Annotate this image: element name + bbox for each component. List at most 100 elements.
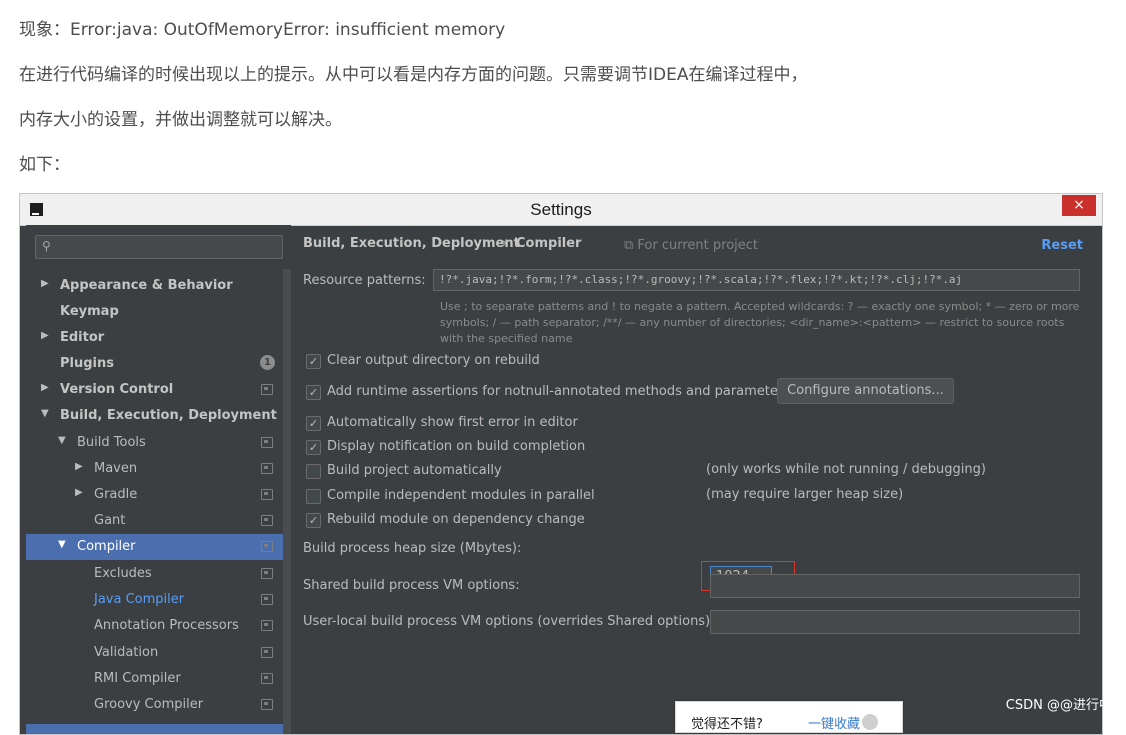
project-scope-icon — [261, 541, 273, 552]
sidebar-item-editor[interactable]: ▶ Editor — [26, 325, 283, 351]
breadcrumb-current: Compiler — [516, 236, 582, 251]
checkbox-checked[interactable]: ✓ — [306, 354, 321, 369]
sidebar-item-java-compiler[interactable]: Java Compiler — [26, 587, 283, 613]
sidebar-item-build-execution[interactable]: ▼ Build, Execution, Deployment — [26, 403, 283, 429]
sidebar-item-maven[interactable]: ▶ Maven — [26, 456, 283, 482]
settings-dialog: Settings × ⚲ ▶ Appearance & Behavior Key… — [19, 193, 1103, 735]
expand-arrow-icon: ▶ — [75, 487, 83, 498]
expand-arrow-icon: ▶ — [41, 382, 49, 393]
article-line-3: 内存大小的设置，并做出调整就可以解决。 — [19, 110, 342, 130]
user-vm-options-label: User-local build process VM options (ove… — [303, 614, 715, 629]
close-button[interactable]: × — [1062, 195, 1096, 216]
breadcrumb-parent: Build, Execution, Deployment — [303, 236, 520, 251]
update-badge: 1 — [260, 355, 275, 370]
sidebar-item-build-tools[interactable]: ▼ Build Tools — [26, 430, 283, 456]
heap-size-label: Build process heap size (Mbytes): — [303, 541, 522, 556]
sidebar-item-label: Version Control — [60, 382, 174, 397]
parallel-compile-note: (may require larger heap size) — [706, 487, 904, 502]
sidebar-item-label: Editor — [60, 330, 105, 345]
checkbox-unchecked[interactable] — [306, 489, 321, 504]
user-vm-options-input[interactable] — [710, 610, 1080, 634]
project-scope-icon — [261, 515, 273, 526]
expand-arrow-icon: ▶ — [41, 278, 49, 289]
project-scope-icon — [261, 489, 273, 500]
resource-patterns-label: Resource patterns: — [303, 273, 426, 288]
resource-patterns-hint: Use ; to separate patterns and ! to nega… — [440, 300, 1080, 345]
favorite-popup: 觉得还不错? 一键收藏 — [675, 701, 903, 733]
sidebar-item-groovy-compiler[interactable]: Groovy Compiler — [26, 692, 283, 718]
sidebar-item-label: Appearance & Behavior — [60, 278, 233, 293]
sidebar-item-label: Plugins — [60, 356, 114, 371]
checkbox-label: Clear output directory on rebuild — [327, 353, 540, 368]
sidebar-item-validation[interactable]: Validation — [26, 640, 283, 666]
project-scope-icon — [261, 437, 273, 448]
sidebar-item-annotation-processors[interactable]: Annotation Processors — [26, 613, 283, 639]
article-line-1: 现象：Error:java: OutOfMemoryError: insuffi… — [19, 20, 506, 40]
sidebar-scrollbar[interactable] — [283, 269, 291, 734]
shared-vm-options-label: Shared build process VM options: — [303, 578, 520, 593]
sidebar-item-label: Keymap — [60, 304, 119, 319]
checkbox-label: Add runtime assertions for notnull-annot… — [327, 384, 791, 399]
sidebar-item-label: RMI Compiler — [94, 671, 181, 686]
configure-annotations-button[interactable]: Configure annotations... — [777, 378, 954, 404]
sidebar-item-gradle[interactable]: ▶ Gradle — [26, 482, 283, 508]
search-input[interactable]: ⚲ — [35, 235, 283, 259]
collapse-arrow-icon: ▼ — [58, 539, 66, 550]
project-scope-icon — [261, 568, 273, 579]
sidebar-item-excludes[interactable]: Excludes — [26, 561, 283, 587]
sidebar-item-label: Build Tools — [77, 435, 146, 450]
shared-vm-options-input[interactable] — [710, 574, 1080, 598]
favorite-link[interactable]: 一键收藏 — [808, 713, 860, 732]
project-scope-icon — [261, 620, 273, 631]
sidebar-item-label: Validation — [94, 645, 159, 660]
settings-sidebar: ⚲ ▶ Appearance & Behavior Keymap ▶ Edito… — [26, 225, 291, 734]
for-current-project-label: ⧉ For current project — [624, 238, 759, 253]
sidebar-item-label: Annotation Processors — [94, 618, 239, 633]
sidebar-item-rmi-compiler[interactable]: RMI Compiler — [26, 666, 283, 692]
for-current-project-text: For current project — [637, 238, 759, 253]
collapse-arrow-icon: ▼ — [58, 435, 66, 446]
csdn-watermark: CSDN @@进行中 — [1005, 698, 1112, 713]
breadcrumb-separator: › — [502, 236, 508, 251]
sidebar-item-label: Build, Execution, Deployment — [60, 408, 277, 423]
sidebar-item-label: Excludes — [94, 566, 152, 581]
project-scope-icon — [261, 699, 273, 710]
sidebar-item-label: Java Compiler — [94, 592, 185, 607]
sidebar-item-compiler[interactable]: ▼ Compiler — [26, 534, 283, 560]
checkbox-unchecked[interactable] — [306, 464, 321, 479]
sidebar-item-label: Groovy Compiler — [94, 697, 204, 712]
checkbox-label: Build project automatically — [327, 463, 502, 478]
search-icon: ⚲ — [42, 239, 51, 253]
build-automatically-note: (only works while not running / debuggin… — [706, 462, 986, 477]
compiler-settings-panel: Build, Execution, Deployment › Compiler … — [303, 225, 1102, 734]
sidebar-item-label: Gradle — [94, 487, 138, 502]
article-line-4: 如下： — [19, 155, 70, 175]
sidebar-item-plugins[interactable]: Plugins 1 — [26, 351, 283, 377]
checkbox-checked[interactable]: ✓ — [306, 513, 321, 528]
checkbox-checked[interactable]: ✓ — [306, 385, 321, 400]
dialog-title: Settings — [530, 200, 592, 219]
sidebar-item-label: Gant — [94, 513, 126, 528]
expand-arrow-icon: ▶ — [75, 461, 83, 472]
sidebar-item-keymap[interactable]: Keymap — [26, 299, 283, 325]
checkbox-checked[interactable]: ✓ — [306, 416, 321, 431]
project-scope-icon — [261, 384, 273, 395]
sidebar-item-version-control[interactable]: ▶ Version Control — [26, 377, 283, 403]
checkbox-label: Rebuild module on dependency change — [327, 512, 585, 527]
sidebar-item-appearance[interactable]: ▶ Appearance & Behavior — [26, 273, 283, 299]
collapse-arrow-icon: ▼ — [41, 408, 49, 419]
popup-text: 觉得还不错? — [691, 717, 763, 732]
sidebar-item-label: Compiler — [77, 539, 136, 554]
reset-link[interactable]: Reset — [1041, 238, 1083, 253]
project-scope-icon — [261, 594, 273, 605]
expand-arrow-icon: ▶ — [41, 330, 49, 341]
checkbox-label: Automatically show first error in editor — [327, 415, 578, 430]
popup-close-icon[interactable] — [862, 714, 878, 730]
sidebar-item-label: Maven — [94, 461, 138, 476]
checkbox-checked[interactable]: ✓ — [306, 440, 321, 455]
checkbox-label: Display notification on build completion — [327, 439, 586, 454]
resource-patterns-input[interactable]: !?*.java;!?*.form;!?*.class;!?*.groovy;!… — [433, 269, 1080, 291]
article-line-2: 在进行代码编译的时候出现以上的提示。从中可以看是内存方面的问题。只需要调节IDE… — [19, 65, 808, 85]
checkbox-label: Compile independent modules in parallel — [327, 488, 595, 503]
sidebar-item-gant[interactable]: Gant — [26, 508, 283, 534]
